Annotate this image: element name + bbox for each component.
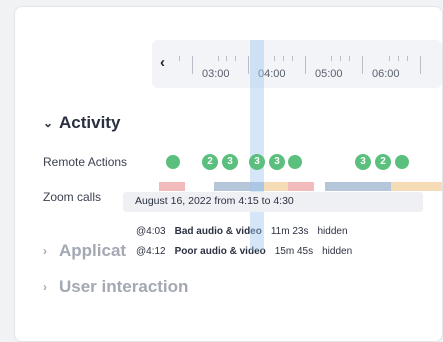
timeline-label: 03:00 bbox=[202, 68, 230, 80]
activity-title: Activity bbox=[59, 113, 121, 132]
timeline-label: 06:00 bbox=[372, 68, 400, 80]
applications-section-toggle[interactable]: › Applicat bbox=[43, 241, 126, 261]
remote-action-marker[interactable]: 3 bbox=[222, 154, 238, 170]
zoom-calls-label: Zoom calls bbox=[43, 190, 102, 204]
call-time: @4:03 bbox=[136, 226, 166, 237]
call-time: @4:12 bbox=[136, 246, 166, 257]
remote-action-marker[interactable]: 2 bbox=[375, 154, 391, 170]
remote-action-marker[interactable]: 3 bbox=[249, 154, 265, 170]
minor-tick bbox=[398, 56, 399, 61]
minor-tick bbox=[292, 56, 293, 61]
minor-tick bbox=[218, 56, 219, 61]
minor-tick bbox=[283, 56, 284, 61]
major-tick bbox=[305, 56, 306, 74]
call-duration: 11m 23s bbox=[270, 226, 309, 237]
call-duration: 15m 45s bbox=[274, 246, 314, 257]
chevron-down-icon: ⌄ bbox=[43, 116, 54, 130]
call-visibility: hidden bbox=[322, 246, 353, 257]
zoom-call-bar[interactable] bbox=[391, 182, 442, 191]
zoom-call-bar[interactable] bbox=[159, 182, 185, 191]
remote-action-marker[interactable]: 3 bbox=[355, 154, 371, 170]
time-range-tooltip: August 16, 2022 from 4:15 to 4:30 bbox=[123, 192, 423, 212]
major-tick bbox=[420, 56, 421, 74]
minor-tick bbox=[407, 56, 408, 61]
minor-tick bbox=[235, 56, 236, 61]
major-tick bbox=[192, 56, 193, 74]
call-quality: Bad audio & video bbox=[174, 226, 262, 237]
call-visibility: hidden bbox=[317, 226, 348, 237]
zoom-call-bar[interactable] bbox=[264, 182, 288, 191]
remote-actions-label: Remote Actions bbox=[43, 155, 128, 169]
zoom-call-bar[interactable] bbox=[325, 182, 391, 191]
minor-tick bbox=[389, 56, 390, 61]
minor-tick bbox=[349, 56, 350, 61]
user-interaction-title: User interaction bbox=[59, 277, 189, 296]
call-detail-row: @4:12 Poor audio & video 15m 45s hidden bbox=[136, 246, 361, 257]
remote-action-marker[interactable] bbox=[166, 155, 180, 169]
applications-title: Applicat bbox=[59, 241, 127, 260]
call-detail-row: @4:03 Bad audio & video 11m 23s hidden bbox=[136, 226, 357, 237]
major-tick bbox=[248, 56, 249, 74]
minor-tick bbox=[340, 56, 341, 61]
timeline-prev-button[interactable]: ‹ bbox=[160, 54, 165, 71]
remote-action-marker[interactable] bbox=[288, 155, 302, 169]
zoom-call-bar[interactable] bbox=[288, 182, 314, 191]
time-cursor-highlight[interactable] bbox=[250, 40, 264, 250]
timeline-label: 05:00 bbox=[315, 68, 343, 80]
timeline-ruler[interactable]: ‹ 03:00 04:00 05:00 06:00 bbox=[152, 40, 442, 88]
user-interaction-section-toggle[interactable]: › User interaction bbox=[43, 277, 188, 297]
minor-tick bbox=[274, 56, 275, 61]
activity-section-toggle[interactable]: ⌄ Activity bbox=[43, 113, 120, 133]
major-tick bbox=[362, 56, 363, 74]
remote-action-marker[interactable]: 3 bbox=[269, 154, 285, 170]
remote-action-marker[interactable]: 2 bbox=[202, 154, 218, 170]
minor-tick bbox=[331, 56, 332, 61]
chevron-right-icon: › bbox=[43, 244, 47, 258]
minor-tick bbox=[226, 56, 227, 61]
remote-action-marker[interactable] bbox=[395, 155, 409, 169]
chevron-right-icon: › bbox=[43, 280, 47, 294]
minor-tick bbox=[179, 56, 180, 61]
activity-card: ‹ 03:00 04:00 05:00 06:00 ⌄ Activity Rem… bbox=[14, 6, 443, 342]
